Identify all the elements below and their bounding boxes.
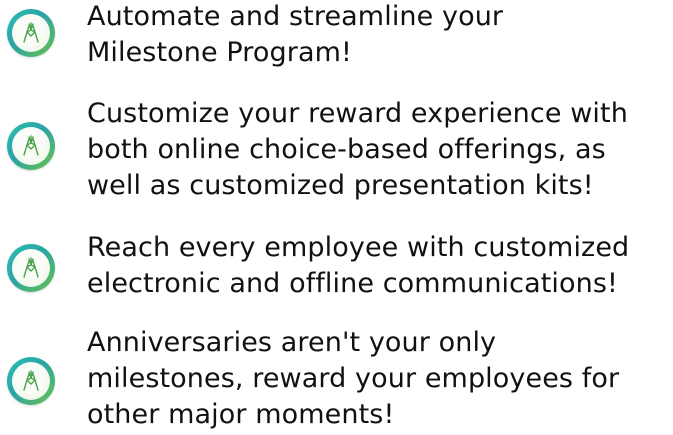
high-five-hands-icon: [7, 244, 55, 292]
high-five-hands-icon: [7, 357, 55, 405]
feature-list: Automate and streamline your Milestone P…: [0, 0, 673, 435]
high-five-hands-icon: [7, 122, 55, 170]
item-text: Customize your reward experience with bo…: [87, 98, 628, 201]
item-text: Reach every employee with customized ele…: [87, 232, 630, 299]
item-text: Anniversaries aren't your only milestone…: [87, 327, 620, 430]
high-five-hands-icon: [7, 9, 55, 57]
item-text: Automate and streamline your Milestone P…: [87, 1, 504, 68]
